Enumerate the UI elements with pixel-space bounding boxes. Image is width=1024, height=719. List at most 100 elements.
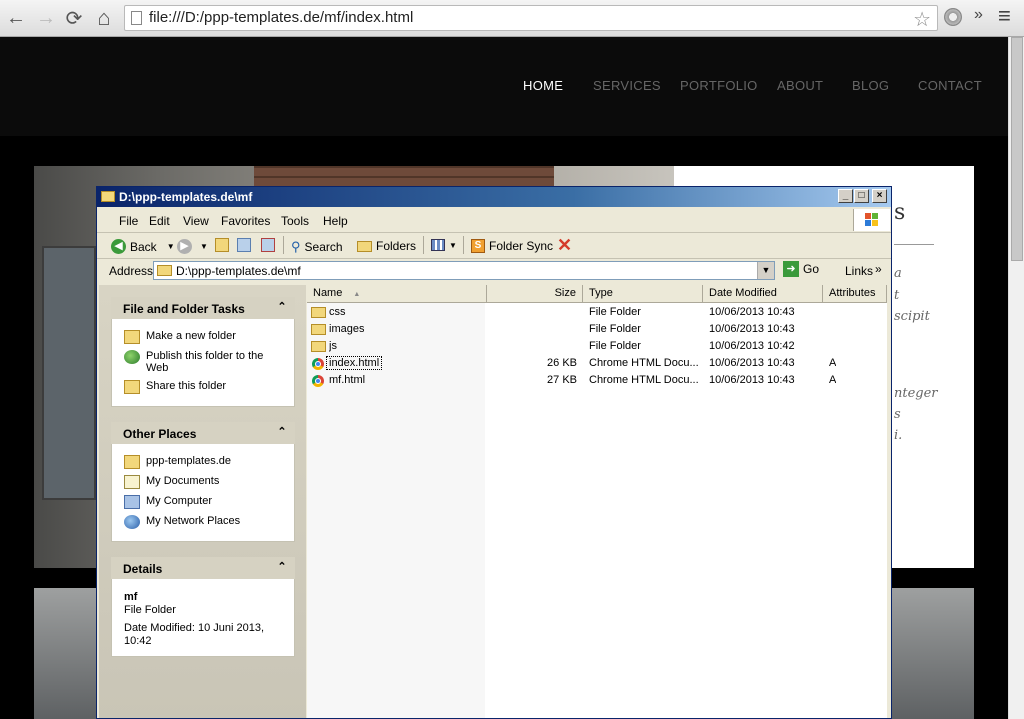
maximize-button[interactable]: □: [854, 189, 869, 203]
menu-help[interactable]: Help: [323, 214, 348, 228]
file-row[interactable]: images File Folder 10/06/2013 10:43: [307, 321, 887, 338]
file-type: Chrome HTML Docu...: [589, 357, 699, 369]
back-arrow-icon[interactable]: ←: [4, 6, 28, 30]
links-button[interactable]: Links: [845, 264, 873, 278]
file-row[interactable]: mf.html 27 KB Chrome HTML Docu... 10/06/…: [307, 372, 887, 389]
task-publish-web[interactable]: Publish this folder to the Web: [124, 350, 284, 374]
panel-header[interactable]: Details ⌃: [111, 557, 295, 579]
nav-contact[interactable]: CONTACT: [918, 78, 982, 93]
place-label: My Network Places: [146, 515, 241, 527]
chrome-html-icon: [312, 375, 324, 387]
explorer-titlebar[interactable]: D:\ppp-templates.de\mf _ □ ×: [97, 187, 891, 207]
details-panel: Details ⌃ mf File Folder Date Modified: …: [111, 557, 295, 657]
file-date: 10/06/2013 10:43: [709, 323, 795, 335]
go-button[interactable]: ➜ Go: [783, 261, 819, 277]
minimize-button[interactable]: _: [838, 189, 853, 203]
up-folder-icon[interactable]: [215, 238, 229, 252]
file-type: File Folder: [589, 340, 641, 352]
collapse-chevron-icon[interactable]: ⌃: [275, 425, 289, 439]
chevron-right-double-icon[interactable]: »: [974, 6, 983, 24]
star-icon[interactable]: ☆: [913, 7, 931, 32]
column-header-attributes[interactable]: Attributes: [823, 285, 887, 302]
file-row[interactable]: js File Folder 10/06/2013 10:42: [307, 338, 887, 355]
collapse-chevron-icon[interactable]: ⌃: [275, 560, 289, 574]
place-label: ppp-templates.de: [146, 455, 231, 467]
move-to-icon[interactable]: [237, 238, 251, 252]
place-ppp-templates[interactable]: ppp-templates.de: [124, 455, 231, 469]
nav-blog[interactable]: BLOG: [852, 78, 889, 93]
reload-icon[interactable]: ⟳: [62, 6, 86, 30]
file-folder-tasks-panel: File and Folder Tasks ⌃ Make a new folde…: [111, 297, 295, 407]
task-share-folder[interactable]: Share this folder: [124, 380, 226, 394]
address-value[interactable]: D:\ppp-templates.de\mf: [176, 264, 301, 278]
forward-arrow-icon[interactable]: →: [34, 6, 58, 30]
nav-services[interactable]: SERVICES: [593, 78, 661, 93]
column-header-type[interactable]: Type: [583, 285, 703, 302]
forward-arrow-icon: ▶: [177, 239, 192, 254]
card-text-fragment: t: [894, 288, 900, 303]
back-button[interactable]: ◀ Back ▼: [111, 239, 175, 254]
menu-bar: File Edit View Favorites Tools Help: [97, 208, 891, 233]
toolbar-separator: [283, 236, 284, 254]
file-name: images: [329, 323, 365, 335]
column-header-date[interactable]: Date Modified: [703, 285, 823, 302]
folder-sync-icon: S: [471, 239, 485, 253]
file-name: css: [329, 306, 346, 318]
menu-file[interactable]: File: [119, 214, 138, 228]
file-row[interactable]: index.html 26 KB Chrome HTML Docu... 10/…: [307, 355, 887, 372]
share-folder-icon: [124, 380, 140, 394]
file-row[interactable]: css File Folder 10/06/2013 10:43: [307, 304, 887, 321]
search-button[interactable]: ⚲ Search: [291, 239, 343, 255]
task-label: Make a new folder: [146, 330, 236, 342]
close-button[interactable]: ×: [872, 189, 887, 203]
file-size: 26 KB: [547, 357, 577, 369]
place-my-documents[interactable]: My Documents: [124, 475, 219, 489]
folder-sync-button[interactable]: S Folder Sync: [471, 239, 553, 253]
card-text-fragment: nteger: [894, 386, 938, 401]
chevron-right-double-icon[interactable]: »: [875, 262, 882, 276]
panel-header[interactable]: File and Folder Tasks ⌃: [111, 297, 295, 319]
home-icon[interactable]: ⌂: [92, 5, 116, 30]
close-x-icon[interactable]: ✕: [557, 235, 572, 256]
extension-icon[interactable]: [944, 8, 962, 26]
file-name: mf.html: [329, 374, 366, 386]
menu-edit[interactable]: Edit: [149, 214, 170, 228]
column-header-size[interactable]: Size: [487, 285, 583, 302]
menu-tools[interactable]: Tools: [281, 214, 309, 228]
menu-favorites[interactable]: Favorites: [221, 214, 270, 228]
folders-button[interactable]: Folders: [357, 239, 416, 253]
card-text-fragment: s: [894, 407, 901, 422]
chevron-down-icon[interactable]: ▼: [757, 262, 774, 279]
network-places-icon: [124, 515, 140, 529]
place-network[interactable]: My Network Places: [124, 515, 240, 529]
other-places-panel: Other Places ⌃ ppp-templates.de My Docum…: [111, 422, 295, 542]
search-icon: ⚲: [291, 239, 301, 254]
nav-portfolio[interactable]: PORTFOLIO: [680, 78, 758, 93]
column-header-name[interactable]: Name ▲: [307, 285, 487, 302]
nav-about[interactable]: ABOUT: [777, 78, 823, 93]
folder-icon: [124, 455, 140, 469]
url-text[interactable]: file:///D:/ppp-templates.de/mf/index.htm…: [149, 9, 413, 26]
scrollbar-thumb[interactable]: [1011, 37, 1023, 261]
file-type: File Folder: [589, 306, 641, 318]
page-scrollbar[interactable]: [1008, 37, 1024, 719]
place-my-computer[interactable]: My Computer: [124, 495, 212, 509]
address-input[interactable]: D:\ppp-templates.de\mf ▼: [153, 261, 775, 280]
forward-button[interactable]: ▶ ▼: [177, 239, 208, 254]
task-make-folder[interactable]: Make a new folder: [124, 330, 236, 344]
details-name: mf: [124, 591, 138, 603]
page-icon: [131, 11, 142, 25]
explorer-toolbar: ◀ Back ▼ ▶ ▼ ⚲ Search Folders ▼ S Folder…: [97, 233, 891, 259]
my-documents-icon: [124, 475, 140, 489]
views-button[interactable]: ▼: [431, 239, 457, 251]
folder-icon: [357, 240, 372, 252]
delete-icon[interactable]: [261, 238, 275, 252]
address-bar[interactable]: file:///D:/ppp-templates.de/mf/index.htm…: [124, 5, 938, 31]
hamburger-menu-icon[interactable]: ≡: [998, 3, 1011, 29]
nav-home[interactable]: HOME: [523, 78, 563, 93]
file-date: 10/06/2013 10:43: [709, 374, 795, 386]
collapse-chevron-icon[interactable]: ⌃: [275, 300, 289, 314]
menu-view[interactable]: View: [183, 214, 209, 228]
search-label: Search: [304, 240, 343, 254]
panel-header[interactable]: Other Places ⌃: [111, 422, 295, 444]
